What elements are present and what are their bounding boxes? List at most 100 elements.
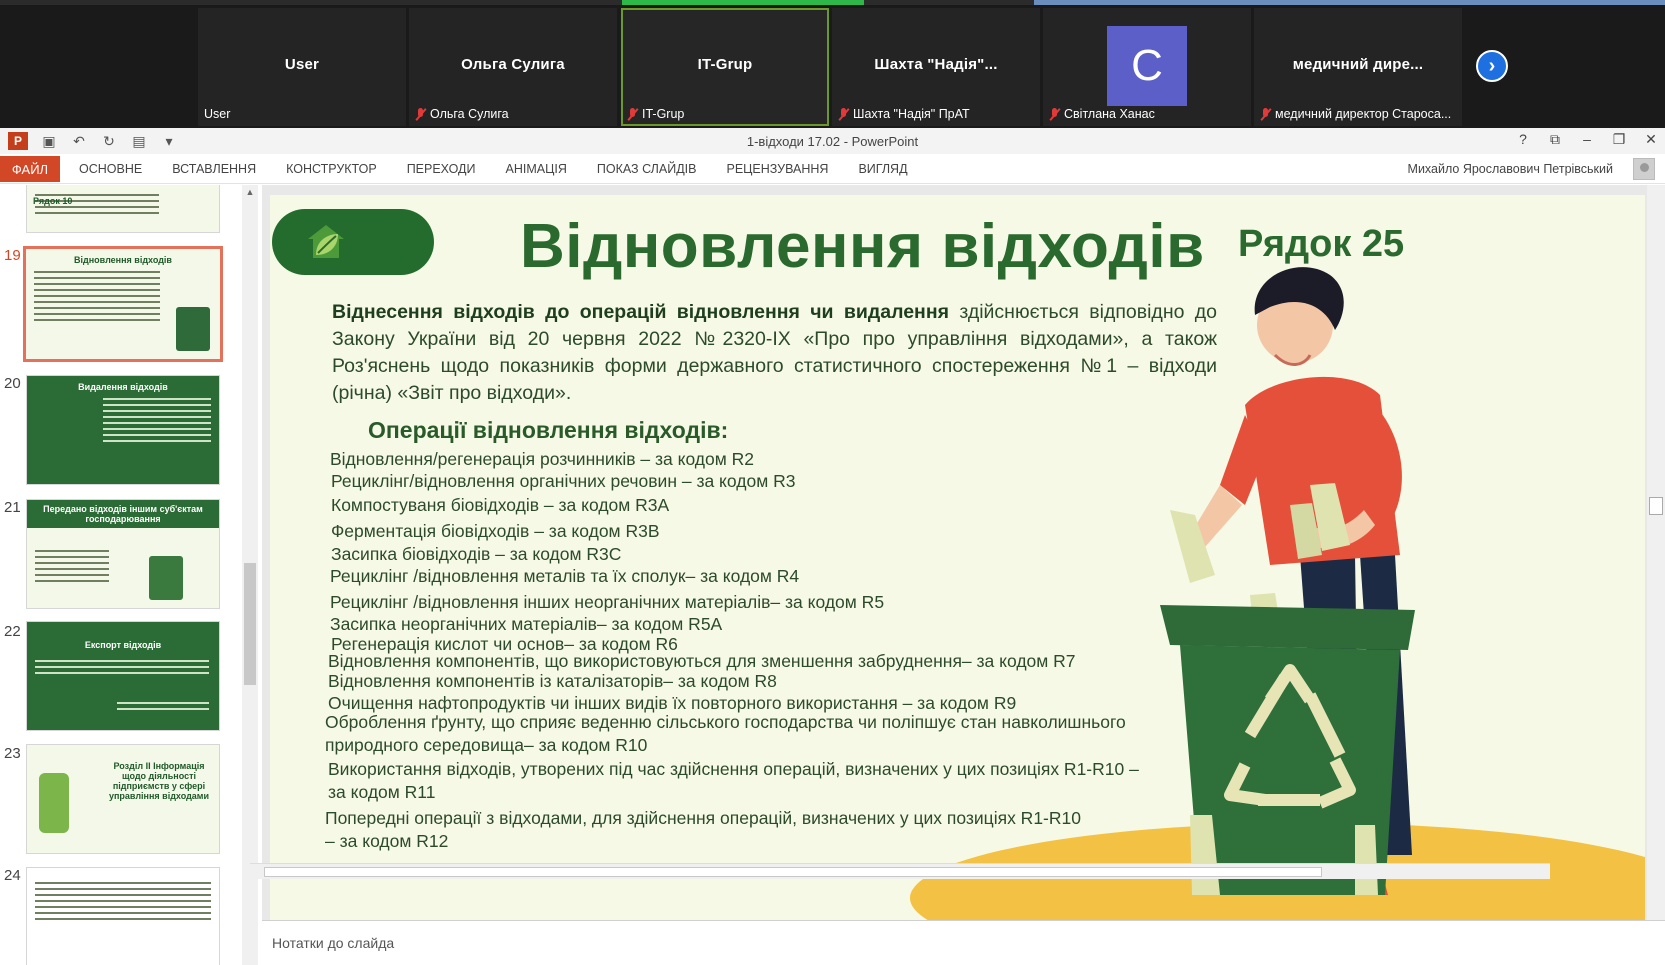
eco-badge — [272, 209, 434, 275]
share-indicator — [1034, 0, 1665, 5]
account-name[interactable]: Михайло Ярославович Петрівський — [1408, 162, 1613, 176]
eco-house-leaf-icon — [308, 225, 344, 258]
participant-label: IT-Grup — [627, 107, 684, 121]
operation-item: Рециклінг /відновлення інших неорганічни… — [330, 592, 885, 612]
minimize-icon[interactable]: – — [1579, 131, 1595, 148]
battery-icon — [39, 773, 69, 833]
mic-muted-icon — [838, 107, 849, 121]
participant-name: Шахта "Надія"... — [874, 56, 998, 73]
intro-bold-text: Віднесення відходів до операцій відновле… — [332, 301, 949, 323]
tab-view[interactable]: ВИГЛЯД — [843, 162, 922, 176]
participant-tile[interactable]: Ольга Сулига Ольга Сулига — [409, 8, 617, 126]
person-recycling-illustration — [1160, 267, 1415, 895]
thumbnail-title: Відновлення відходів — [74, 255, 172, 265]
mic-muted-icon — [627, 107, 638, 121]
slide-thumbnail[interactable]: Рядок 10 — [26, 185, 220, 233]
window-title: 1-відходи 17.02 - PowerPoint — [746, 134, 919, 149]
operation-item: Оброблення ґрунту, що сприяє веденню сіл… — [325, 712, 1126, 755]
help-icon[interactable]: ? — [1515, 131, 1531, 148]
thumbnail-title: Розділ II Інформація щодо діяльності під… — [108, 761, 209, 801]
participant-label: User — [204, 107, 231, 121]
tab-transitions[interactable]: ПЕРЕХОДИ — [392, 162, 491, 176]
mic-muted-icon — [415, 107, 426, 121]
powerpoint-window: P ▣ ↶ ↻ ▤ ▾ 1-відходи 17.02 - PowerPoint… — [0, 128, 1665, 965]
tab-slideshow[interactable]: ПОКАЗ СЛАЙДІВ — [582, 162, 712, 176]
avatar[interactable] — [1633, 158, 1655, 180]
mic-muted-icon — [1049, 107, 1060, 121]
operation-item: Відновлення компонентів, що використовую… — [328, 651, 1076, 671]
thumbnail-title: Видалення відходів — [78, 382, 168, 392]
active-indicator — [622, 0, 864, 5]
tab-home[interactable]: ОСНОВНЕ — [64, 162, 157, 176]
participant-tile[interactable]: User User — [198, 8, 406, 126]
thumbnail-scrollbar[interactable]: ▲ — [242, 185, 258, 965]
notes-pane[interactable]: Нотатки до слайда — [262, 920, 1665, 965]
participant-tile[interactable]: Шахта "Надія"... Шахта "Надія" ПрАТ — [832, 8, 1040, 126]
recycle-bin-icon — [149, 556, 183, 600]
tab-animations[interactable]: АНІМАЦІЯ — [491, 162, 582, 176]
slide-title: Відновлення відходів — [520, 212, 1205, 281]
slide-number: 22 — [4, 623, 21, 640]
participant-tile-active[interactable]: IT-Grup IT-Grup — [621, 8, 829, 126]
participant-label: Шахта "Надія" ПрАТ — [838, 107, 970, 121]
toolbar-edge — [0, 0, 1665, 5]
slide-thumbnail-selected[interactable]: Відновлення відходів — [23, 246, 223, 362]
operation-item: Відновлення компонентів із каталізаторів… — [328, 671, 777, 691]
thumbnail-title: Експорт відходів — [84, 640, 162, 650]
scrollbar-thumb[interactable] — [264, 867, 1322, 877]
operation-item: Рециклінг/відновлення органічних речовин… — [331, 471, 796, 491]
operation-item: Компостуваня біовідходів – за кодом R3A — [331, 495, 670, 515]
thumbnail-title: Рядок 10 — [33, 196, 73, 206]
slide-thumbnail[interactable]: Розділ II Інформація щодо діяльності під… — [26, 744, 220, 854]
mic-muted-icon — [1260, 107, 1271, 121]
scrollbar-thumb[interactable] — [1649, 497, 1663, 515]
participant-tile[interactable]: медичний дире... медичний директор Старо… — [1254, 8, 1462, 126]
intro-paragraph: Віднесення відходів до операцій відновле… — [332, 299, 1217, 407]
slide-number: 20 — [4, 375, 21, 392]
operation-item: Попередні операції з відходами, для здій… — [325, 808, 1081, 851]
horizontal-scrollbar[interactable] — [250, 863, 1550, 879]
slide-editor: Відновлення відходів Рядок 25 Віднесення… — [262, 185, 1647, 920]
slide-thumbnail[interactable]: Передано відходів іншим суб'єктам господ… — [26, 499, 220, 609]
participant-name: User — [284, 56, 320, 73]
operation-item: Засипка неорганічних матеріалів– за кодо… — [330, 614, 723, 634]
vertical-scrollbar[interactable] — [1647, 185, 1665, 920]
slide-thumbnail[interactable]: Експорт відходів — [26, 621, 220, 731]
slide-number: 23 — [4, 745, 21, 762]
slide-number: 21 — [4, 499, 21, 516]
video-participant-strip: User User Ольга Сулига Ольга Сулига IT-G… — [0, 0, 1665, 128]
participant-name: медичний дире... — [1292, 56, 1424, 73]
window-controls: ? ⧉ – ❐ ✕ — [1515, 131, 1659, 148]
operation-item: Відновлення/регенерація розчинників – за… — [330, 449, 755, 469]
participant-name: Ольга Сулига — [461, 56, 565, 73]
slide-thumbnail-pane: Рядок 10 19 Відновлення відходів 20 Вида… — [0, 185, 262, 965]
scrollbar-thumb[interactable] — [244, 563, 256, 685]
operation-item: Використання відходів, утворених під час… — [328, 759, 1139, 802]
tab-insert[interactable]: ВСТАВЛЕННЯ — [157, 162, 271, 176]
slide-canvas[interactable]: Відновлення відходів Рядок 25 Віднесення… — [270, 195, 1645, 920]
ribbon-tabs-bar: ФАЙЛ ОСНОВНЕ ВСТАВЛЕННЯ КОНСТРУКТОР ПЕРЕ… — [0, 154, 1665, 184]
participant-tile[interactable]: C Світлана Ханас — [1043, 8, 1251, 126]
participant-label: Ольга Сулига — [415, 107, 509, 121]
operation-item: Ферментація біовідходів – за кодом R3B — [331, 521, 660, 541]
scroll-up-icon[interactable]: ▲ — [244, 187, 256, 199]
restore-icon[interactable]: ❐ — [1611, 131, 1627, 148]
close-icon[interactable]: ✕ — [1643, 131, 1659, 148]
ribbon-tab-list: ОСНОВНЕ ВСТАВЛЕННЯ КОНСТРУКТОР ПЕРЕХОДИ … — [64, 162, 923, 176]
operations-heading: Операції відновлення відходів: — [368, 417, 729, 443]
title-bar: P ▣ ↶ ↻ ▤ ▾ 1-відходи 17.02 - PowerPoint… — [0, 128, 1665, 154]
avatar: C — [1107, 26, 1187, 106]
slide-thumbnail[interactable]: Видалення відходів — [26, 375, 220, 485]
recycle-bin-icon — [176, 307, 210, 351]
participant-name: IT-Grup — [697, 56, 753, 73]
tab-design[interactable]: КОНСТРУКТОР — [271, 162, 392, 176]
operation-item: Рециклінг /відновлення металів та їх спо… — [330, 566, 800, 586]
participant-label: медичний директор Староса... — [1260, 107, 1451, 121]
tab-file[interactable]: ФАЙЛ — [0, 156, 60, 182]
slide-thumbnail[interactable] — [26, 867, 220, 965]
tab-review[interactable]: РЕЦЕНЗУВАННЯ — [711, 162, 843, 176]
chevron-right-icon[interactable]: › — [1476, 50, 1508, 82]
slide-number: 19 — [4, 247, 21, 264]
participant-label: Світлана Ханас — [1049, 107, 1155, 121]
ribbon-display-icon[interactable]: ⧉ — [1547, 131, 1563, 148]
